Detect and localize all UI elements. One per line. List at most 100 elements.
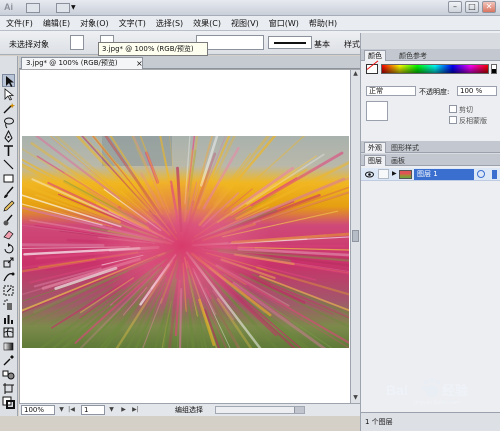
horizontal-scrollbar[interactable]	[215, 406, 305, 414]
eyedropper-tool-icon[interactable]	[2, 354, 15, 367]
vertical-scroll-thumb[interactable]	[352, 230, 359, 242]
fill-stroke-swatches-icon[interactable]	[2, 396, 15, 409]
horizontal-scroll-thumb[interactable]	[294, 407, 304, 413]
next-artboard-icon[interactable]: ▶	[119, 405, 128, 415]
baidu-jingyan-watermark: Bai 经验 jingyan.baidu.com	[386, 377, 469, 406]
mesh-tool-icon[interactable]	[2, 326, 15, 339]
fill-swatch[interactable]	[70, 35, 84, 50]
lock-toggle[interactable]	[378, 169, 389, 179]
clip-label: 剪切	[459, 106, 473, 114]
lasso-tool-icon[interactable]	[2, 116, 15, 129]
rotate-tool-icon[interactable]	[2, 242, 15, 255]
opacity-field[interactable]: 100 %	[457, 86, 497, 96]
rectangle-tool-icon[interactable]	[2, 172, 15, 185]
menu-select[interactable]: 选择(S)	[152, 18, 189, 29]
status-text[interactable]: 编组选择	[175, 405, 203, 415]
maximize-button[interactable]: □	[465, 1, 479, 13]
menu-bar: 文件(F) 编辑(E) 对象(O) 文字(T) 选择(S) 效果(C) 视图(V…	[0, 16, 500, 31]
menu-effect[interactable]: 效果(C)	[189, 18, 227, 29]
zoom-dropdown-icon[interactable]: ▼	[57, 405, 66, 415]
blend-mode-dropdown[interactable]: 正常	[366, 86, 416, 96]
layer-row[interactable]: ▶ 图层 1	[361, 168, 500, 181]
color-spectrum[interactable]	[381, 64, 489, 74]
last-artboard-icon[interactable]: ▶|	[131, 405, 140, 415]
eye-icon[interactable]	[365, 170, 374, 179]
artboard-tool-icon[interactable]	[2, 382, 15, 395]
arrange-documents-icon[interactable]	[56, 3, 70, 13]
paintbrush-tool-icon[interactable]	[2, 186, 15, 199]
menu-object[interactable]: 对象(O)	[76, 18, 115, 29]
layers-panel-tabs: 图层 画板	[361, 154, 500, 166]
symbol-sprayer-tool-icon[interactable]	[2, 298, 15, 311]
minimize-button[interactable]: –	[448, 1, 462, 13]
direct-selection-tool-icon[interactable]	[2, 88, 15, 101]
menu-help[interactable]: 帮助(H)	[305, 18, 343, 29]
vertical-scrollbar[interactable]: ▲ ▼	[350, 70, 360, 403]
pen-tool-icon[interactable]	[2, 129, 15, 143]
layer-thumbnail	[399, 170, 412, 179]
menu-window[interactable]: 窗口(W)	[265, 18, 305, 29]
blob-brush-tool-icon[interactable]	[2, 214, 15, 227]
invert-mask-label: 反相蒙版	[459, 117, 487, 125]
opacity-label: 不透明度:	[419, 88, 450, 96]
status-bar: 100% ▼ |◀ 1 ▼ ▶ ▶| 编组选择	[19, 403, 360, 416]
scroll-down-icon[interactable]: ▼	[352, 394, 359, 402]
tab-graphic-styles[interactable]: 图形样式	[387, 142, 423, 153]
selection-status-label: 未选择对象	[9, 40, 49, 49]
close-button[interactable]: ✕	[482, 1, 496, 13]
selection-tool-icon[interactable]	[2, 74, 15, 87]
black-white-swatch[interactable]	[491, 64, 497, 74]
layer-count: 1 个图层	[365, 418, 393, 426]
invert-mask-checkbox[interactable]	[449, 116, 457, 124]
tab-close-icon[interactable]: ×	[136, 58, 143, 69]
scroll-up-icon[interactable]: ▲	[352, 70, 359, 78]
chevron-down-icon[interactable]: ▼	[71, 4, 76, 11]
menu-file[interactable]: 文件(F)	[2, 18, 39, 29]
stroke-line-icon	[274, 42, 306, 44]
tab-color[interactable]: 颜色	[364, 50, 386, 61]
zoom-level-field[interactable]: 100%	[21, 405, 55, 415]
first-artboard-icon[interactable]: |◀	[67, 405, 76, 415]
type-tool-icon[interactable]	[2, 144, 15, 157]
tab-layers[interactable]: 图层	[364, 155, 386, 166]
warp-tool-icon[interactable]	[2, 270, 15, 283]
toolbox	[0, 56, 18, 416]
gradient-tool-icon[interactable]	[2, 340, 15, 353]
menu-type[interactable]: 文字(T)	[115, 18, 152, 29]
artboard-canvas[interactable]	[20, 70, 350, 403]
layer-name[interactable]: 图层 1	[414, 169, 474, 180]
stroke-profile-dropdown[interactable]	[268, 36, 312, 49]
none-swatch-icon[interactable]	[366, 64, 378, 74]
appearance-panel-tabs: 外观 图形样式	[361, 141, 500, 153]
radial-blur-flower-image[interactable]	[22, 136, 349, 348]
title-bar: Ai ▼ – □ ✕	[0, 0, 500, 16]
tab-artboards[interactable]: 画板	[387, 155, 409, 166]
line-tool-icon[interactable]	[2, 158, 15, 171]
scale-tool-icon[interactable]	[2, 256, 15, 269]
column-graph-tool-icon[interactable]	[2, 312, 15, 325]
free-transform-tool-icon[interactable]	[2, 284, 15, 297]
color-panel-tabs: 颜色 颜色参考	[361, 49, 500, 61]
svg-text:经验: 经验	[442, 383, 469, 399]
chevron-right-icon[interactable]: ▶	[392, 170, 397, 177]
tab-color-guide[interactable]: 颜色参考	[395, 50, 431, 61]
document-area: 3.jpg* @ 100% (RGB/预览) × ▲ ▼	[19, 56, 360, 416]
clip-checkbox[interactable]	[449, 105, 457, 113]
pencil-tool-icon[interactable]	[2, 200, 15, 213]
menu-view[interactable]: 视图(V)	[227, 18, 265, 29]
blend-tool-icon[interactable]	[2, 368, 15, 381]
document-tab-bar: 3.jpg* @ 100% (RGB/预览) ×	[19, 56, 360, 69]
object-thumbnail	[366, 101, 388, 121]
app-logo: Ai	[4, 2, 13, 12]
document-tab[interactable]: 3.jpg* @ 100% (RGB/预览) ×	[21, 57, 143, 69]
target-icon[interactable]	[477, 170, 485, 178]
eraser-tool-icon[interactable]	[2, 228, 15, 241]
bridge-icon[interactable]	[26, 3, 40, 13]
svg-text:Bai: Bai	[386, 382, 408, 398]
menu-edit[interactable]: 编辑(E)	[39, 18, 76, 29]
brush-definition-label[interactable]: 基本	[314, 39, 330, 50]
magic-wand-tool-icon[interactable]	[2, 102, 15, 115]
artboard-dropdown-icon[interactable]: ▼	[107, 405, 116, 415]
artboard-number-field[interactable]: 1	[81, 405, 105, 415]
tab-appearance[interactable]: 外观	[364, 142, 386, 153]
